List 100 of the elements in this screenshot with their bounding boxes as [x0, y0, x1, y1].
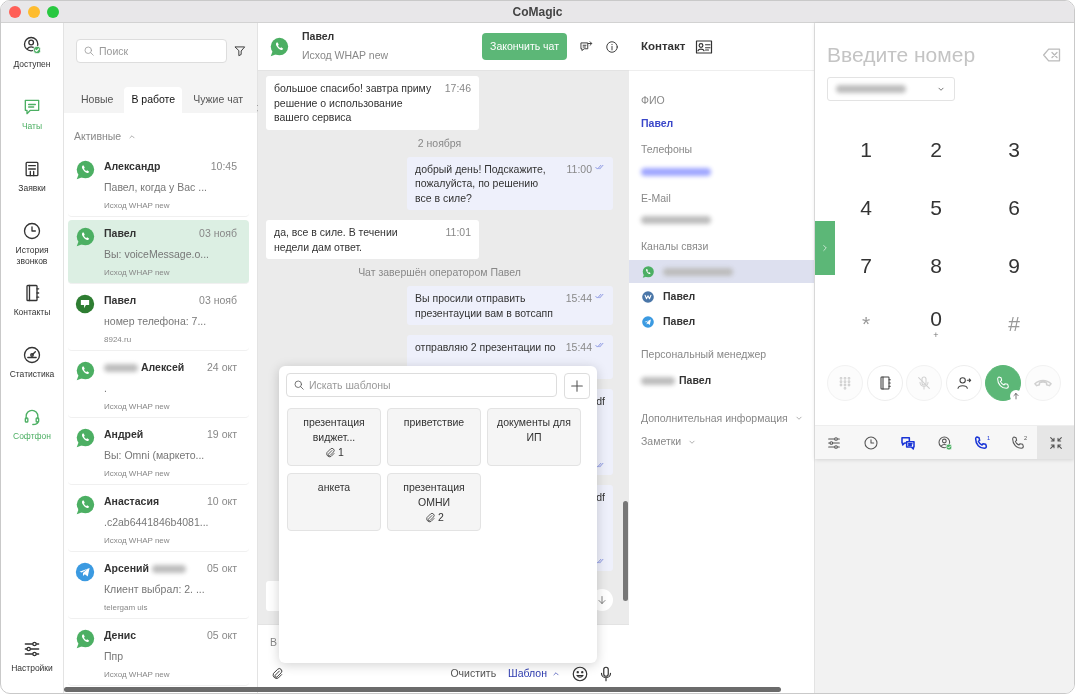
message-field[interactable]: В	[258, 625, 629, 659]
dial-key[interactable]: 7	[835, 236, 897, 295]
chat-item[interactable]: Александр 10:45 Павел, когда у Вас ... Исход WHAP new	[68, 152, 249, 217]
emoji-icon[interactable]	[571, 665, 589, 683]
nav-item[interactable]: Статистика	[2, 345, 62, 407]
blurred-text	[836, 84, 906, 93]
window-control[interactable]	[47, 5, 59, 18]
message-preview: Ппр	[104, 648, 125, 664]
chat-time: 19 окт	[207, 426, 237, 442]
nav-item[interactable]: Доступен	[2, 35, 62, 97]
contact-name: Павел	[104, 225, 137, 241]
chat-time: 03 нояб	[199, 292, 237, 308]
dial-key[interactable]: 4	[835, 178, 897, 237]
arrow-down-icon	[596, 594, 608, 606]
collapse-icon	[1047, 434, 1064, 451]
blurred-text	[641, 216, 711, 225]
nav-item[interactable]: История звонков	[2, 221, 62, 283]
nav-item[interactable]: Контакты	[2, 283, 62, 345]
chat-item[interactable]: Денис 05 окт Ппр Исход WHAP new	[68, 621, 249, 686]
system-message: Чат завершён оператором Павел	[357, 266, 522, 279]
chat-item[interactable]: Павел 03 нояб номер телефона: 7... 8924.ru	[68, 286, 249, 351]
message-time: 15:44	[565, 340, 592, 355]
whatsapp-icon	[74, 493, 96, 516]
chat-item[interactable]: Андрей 19 окт Вы: Omni (маркето... Исход WHAP new	[68, 420, 249, 485]
template-card[interactable]: документы для ИП	[487, 408, 581, 466]
chat-source: Исход WHAP new	[104, 200, 171, 213]
message-preview: Вы: Omni (маркето...	[104, 447, 206, 463]
message-preview: Клиент выбрал: 2. ...	[104, 581, 206, 597]
search-field[interactable]: Искать шаблоны	[286, 373, 557, 397]
template-card[interactable]: презентация ОМНИ 2	[387, 473, 481, 531]
nav-item[interactable]: Настройки	[2, 639, 62, 687]
message-text: отправляю 2 презентации по	[415, 340, 556, 355]
dial-key[interactable]: 1	[835, 120, 897, 179]
search-field[interactable]: Поиск	[76, 39, 227, 63]
whatsapp-icon	[641, 264, 655, 279]
clear-button[interactable]: Очистить	[448, 666, 499, 682]
section-toggle[interactable]: Дополнительная информация	[629, 410, 816, 427]
template-card[interactable]: анкета	[287, 473, 381, 531]
chats-icon	[899, 434, 916, 451]
chevron-right-icon	[820, 243, 830, 253]
template-card[interactable]: приветствие	[387, 408, 481, 466]
dial-key[interactable]: 2	[897, 120, 975, 179]
chat-item[interactable]: Алексей 24 окт . Исход WHAP new	[68, 353, 249, 418]
scrollbar[interactable]	[64, 687, 781, 692]
field-label: Каналы связи	[640, 239, 710, 255]
dial-key[interactable]: 6	[975, 178, 1053, 237]
panel-toggle-button[interactable]	[815, 221, 835, 275]
chat-item[interactable]: Арсений 05 окт Клиент выбрал: 2. ... telergam uis	[68, 554, 249, 619]
channel-item[interactable]: Павел	[629, 285, 814, 308]
status-icon	[22, 35, 42, 55]
transfer-icon[interactable]	[579, 39, 593, 54]
clock-icon	[862, 434, 879, 451]
dial-key[interactable]: 0 +	[897, 294, 975, 353]
message-preview: .c2ab6441846b4081...	[104, 514, 210, 530]
field-label: E-Mail	[640, 190, 672, 206]
paperclip-icon[interactable]	[270, 667, 284, 681]
message-preview: Павел, когда у Вас ...	[104, 179, 209, 195]
contact-name: Денис	[104, 627, 137, 643]
plus-icon	[569, 378, 585, 394]
number-dropdown[interactable]	[827, 76, 955, 101]
section-toggle[interactable]: Заметки	[629, 434, 710, 450]
dial-key[interactable]: 3	[975, 120, 1053, 179]
field-label: Телефоны	[640, 141, 694, 157]
template-card[interactable]: презентация виджет... 1	[287, 408, 381, 466]
message-preview: номер телефона: 7...	[104, 313, 208, 329]
field-value[interactable]: Павел	[629, 116, 814, 130]
template-button[interactable]: Шаблон	[506, 666, 563, 682]
window-control[interactable]	[9, 5, 21, 18]
whatsapp-icon	[74, 426, 96, 449]
dial-key[interactable]: 5	[897, 178, 975, 237]
message-preview: .	[104, 380, 108, 396]
message-time: 15:44	[565, 291, 592, 306]
chat-icon	[22, 97, 42, 117]
window-control[interactable]	[28, 5, 40, 18]
tab[interactable]: Новые	[74, 87, 121, 113]
contact-name: Александр	[104, 158, 161, 174]
dial-key[interactable]: 8	[897, 236, 975, 295]
call-button[interactable]	[985, 364, 1021, 401]
info-icon[interactable]	[605, 39, 619, 54]
chat-time: 05 окт	[207, 560, 237, 576]
channel-item[interactable]	[629, 260, 814, 283]
message-text: да, все в силе. В течении недели дам ответ.	[274, 225, 399, 254]
nav-item[interactable]: Заявки	[2, 159, 62, 221]
tab[interactable]: В работе	[124, 87, 183, 113]
contact-card-icon[interactable]	[695, 37, 714, 56]
settings-icon	[22, 639, 42, 659]
tab[interactable]: Чужие чат	[186, 87, 251, 113]
filter-icon[interactable]	[233, 44, 247, 58]
contact-name: Арсений	[104, 560, 149, 576]
transfer-button[interactable]	[945, 364, 982, 401]
telegram-icon	[74, 560, 96, 583]
search-icon	[293, 379, 305, 391]
chat-item[interactable]: Анастасия 10 окт .c2ab6441846b4081... Исход WHAP new	[68, 487, 249, 552]
add-button[interactable]	[564, 373, 590, 399]
chat-item[interactable]: Павел 03 нояб Вы: voiceMessage.o... Исход WHAP new	[68, 219, 249, 284]
dial-key[interactable]: 9	[975, 236, 1053, 295]
scrollbar[interactable]	[623, 501, 628, 601]
chat-source: Исход WHAP new	[104, 669, 171, 682]
contacts-button[interactable]	[866, 364, 903, 401]
channel-item[interactable]: Павел	[629, 310, 814, 333]
